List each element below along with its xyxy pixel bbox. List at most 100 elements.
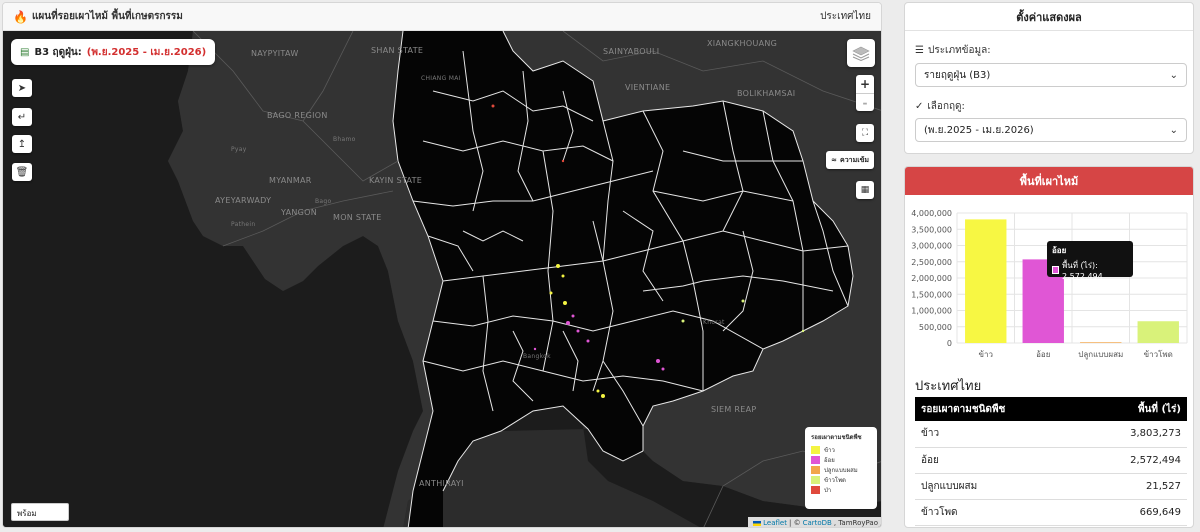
season-label: ✓ เลือกฤดู: [915, 101, 965, 112]
place-label: SAINYABOULI [603, 47, 660, 56]
place-label: SHAN STATE [371, 46, 424, 55]
table-icon: ▦ [860, 185, 870, 195]
crop-area: 21,527 [1079, 473, 1187, 500]
navigation-arrow-icon: ➤ [17, 82, 27, 94]
density-toggle-button[interactable]: ≈ ความเข้ม [826, 151, 874, 169]
table-row: ข้าว 3,803,273 [915, 421, 1187, 448]
map-canvas[interactable]: NAYPYITAW SHAN STATE CHIANG MAI BAGO REG… [3, 31, 881, 527]
y-tick-label: 3,500,000 [911, 225, 952, 234]
place-label: YANGON [281, 208, 318, 217]
y-tick-label: 3,000,000 [911, 242, 952, 251]
burn-area-card: พื้นที่เผาไหม้ 0 500,000 1,000,000 1,500,00… [904, 166, 1194, 528]
legend-item: ข้าว [811, 445, 871, 455]
crop-area: 2,572,494 [1079, 447, 1187, 474]
legend-item: ปลูกแบบผสม [811, 465, 871, 475]
layers-button[interactable] [847, 39, 875, 67]
season-chip: ▤ B3 ฤดูฝุ่น: (พ.ย.2025 - เม.ย.2026) [11, 39, 216, 65]
place-label: MYANMAR [269, 176, 312, 185]
place-label: Bhamo [333, 136, 356, 143]
season-chip-value: (พ.ย.2025 - เม.ย.2026) [86, 46, 207, 58]
undo-button[interactable]: ↵ [12, 108, 32, 126]
crop-name: ข้าวโพด [915, 499, 1080, 526]
x-tick-label: ปลูกแบบผสม [1078, 350, 1123, 360]
layers-icon: ☰ [915, 45, 924, 56]
fullscreen-button[interactable]: ⛶ [856, 124, 874, 142]
map-attribution: Leaflet | © CartoDB , TamRoyPao [748, 517, 881, 527]
upload-button[interactable]: ↥ [12, 135, 32, 153]
legend-item: ข้าวโพด [811, 475, 871, 485]
attribution-separator: | © [788, 519, 801, 527]
y-tick-label: 0 [947, 339, 952, 348]
y-tick-label: 2,500,000 [911, 258, 952, 267]
map-region-label: ประเทศไทย [820, 11, 871, 22]
upload-icon: ↥ [17, 138, 27, 150]
return-arrow-icon: ↵ [17, 111, 27, 123]
data-type-value: รายฤดูฝุ่น (B3) [924, 69, 991, 81]
table-button[interactable]: ▦ [856, 181, 874, 199]
data-type-select[interactable]: รายฤดูฝุ่น (B3) ⌄ [915, 63, 1187, 87]
y-tick-label: 1,000,000 [911, 307, 952, 316]
place-label: Pathein [231, 221, 256, 228]
crop-name: อ้อย [915, 447, 1080, 474]
table-header-crop: รอยเผาตามชนิดพืช [915, 397, 1080, 421]
country-title: ประเทศไทย [915, 379, 982, 394]
basemap [3, 31, 881, 527]
zoom-out-button[interactable]: - [856, 93, 874, 111]
place-label: Bago [315, 198, 332, 205]
zoom-control: + - [856, 75, 874, 111]
place-label: BOLIKHAMSAI [737, 89, 796, 98]
season-value: (พ.ย.2025 - เม.ย.2026) [924, 124, 1034, 136]
table-row: ข้าวโพด 669,649 [915, 499, 1187, 526]
place-label: ANTHIRAYI [419, 479, 464, 488]
status-box: พร้อม [11, 503, 69, 521]
locate-button[interactable]: ➤ [12, 79, 32, 97]
burn-area-title: พื้นที่เผาไหม้ [905, 167, 1193, 195]
place-label: VIENTIANE [625, 83, 671, 92]
check-circle-icon: ✓ [915, 101, 924, 112]
place-label: Bangkok [523, 353, 551, 360]
database-icon: ▤ [20, 46, 30, 58]
legend-item: ป่า [811, 485, 871, 495]
table-header-area: พื้นที่ (ไร่) [1079, 397, 1187, 421]
delete-button[interactable]: 🗑 [12, 163, 32, 181]
table-row: ปลูกแบบผสม 21,527 [915, 473, 1187, 500]
legend-title: รอยเผาตามชนิดพืช [811, 434, 862, 441]
flag-icon [753, 520, 762, 526]
tooltip-title: อ้อย [1052, 246, 1067, 255]
crop-area: 3,803,273 [1079, 421, 1187, 448]
bar [965, 219, 1007, 343]
crop-name: ปลูกแบบผสม [915, 473, 1080, 500]
density-label: ความเข้ม [840, 155, 869, 164]
table-header-row: รอยเผาตามชนิดพืช พื้นที่ (ไร่) [915, 397, 1187, 421]
bar [1137, 321, 1179, 343]
map-panel: 🔥 แผนที่รอยเผาไหม้ พื้นที่เกษตรกรรม ประเ… [2, 2, 882, 528]
layers-stack-icon [852, 46, 870, 61]
x-tick-label: อ้อย [1036, 350, 1050, 359]
leaflet-link[interactable]: Leaflet [763, 519, 787, 527]
chevron-down-icon: ⌄ [1169, 69, 1178, 81]
zoom-in-button[interactable]: + [856, 75, 874, 93]
x-tick-label: ข้าว [979, 350, 993, 359]
season-select[interactable]: (พ.ย.2025 - เม.ย.2026) ⌄ [915, 118, 1187, 142]
chevron-down-icon: ⌄ [1169, 124, 1178, 136]
crop-area-table: รอยเผาตามชนิดพืช พื้นที่ (ไร่) ข้าว 3,803… [915, 397, 1187, 526]
settings-panel: ตั้งค่าแสดงผล ☰ ประเภทข้อมูล: รายฤดูฝุ่น… [904, 2, 1194, 154]
place-label: AYEYARWADY [215, 196, 272, 205]
y-tick-label: 2,000,000 [911, 274, 952, 283]
density-icon: ≈ [831, 156, 838, 164]
map-title: 🔥 แผนที่รอยเผาไหม้ พื้นที่เกษตรกรรม [13, 9, 183, 24]
tooltip-swatch [1052, 266, 1059, 274]
bar [1080, 342, 1122, 343]
x-tick-label: ข้าวโพด [1144, 349, 1173, 359]
y-tick-label: 4,000,000 [911, 209, 952, 218]
data-type-label: ☰ ประเภทข้อมูล: [915, 45, 991, 56]
trash-icon: 🗑 [15, 166, 29, 178]
fire-icon: 🔥 [13, 9, 28, 24]
cartodb-link[interactable]: CartoDB [803, 519, 832, 527]
place-label: CHIANG MAI [421, 75, 461, 82]
place-label: Khorat [703, 319, 725, 326]
y-tick-label: 500,000 [919, 323, 952, 332]
attribution-author: , TamRoyPao [833, 519, 878, 527]
map-legend: รอยเผาตามชนิดพืช ข้าว อ้อย ปลูกแบบผสม ข้… [805, 427, 877, 509]
place-label: KAYIN STATE [369, 176, 423, 185]
